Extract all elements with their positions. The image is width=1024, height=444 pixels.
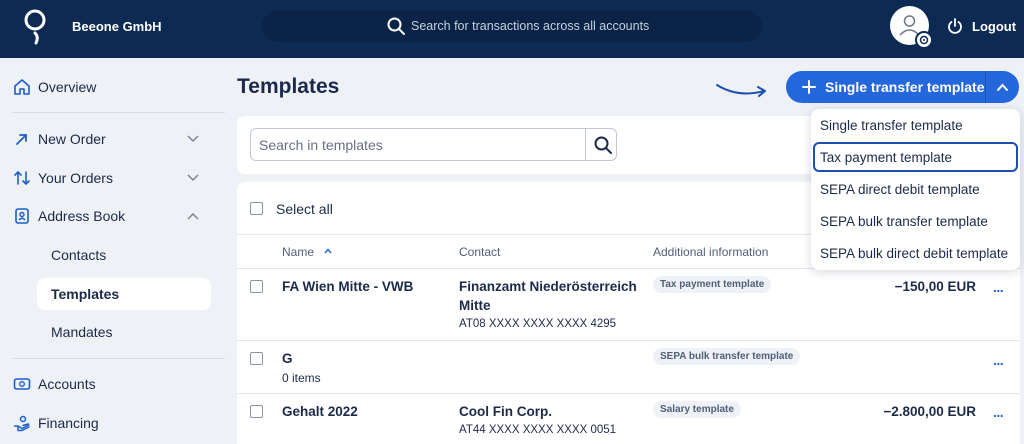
settings-badge-icon <box>915 31 933 49</box>
sidebar-item-label: Accounts <box>38 376 96 392</box>
sidebar-item-label: Overview <box>38 79 97 95</box>
sidebar-item-accounts[interactable]: Accounts <box>0 366 225 402</box>
brand-logo-icon[interactable] <box>22 7 48 45</box>
sidebar-item-financing[interactable]: Financing <box>0 405 225 441</box>
column-header-contact[interactable]: Contact <box>459 245 500 259</box>
arrow-hint-icon <box>716 84 766 97</box>
company-name: Beeone GmbH <box>72 19 162 34</box>
template-search-field <box>250 128 617 161</box>
select-all-label: Select all <box>276 201 333 217</box>
template-name[interactable]: FA Wien Mitte - VWB <box>282 279 413 294</box>
sidebar-subitem-mandates[interactable]: Mandates <box>37 316 211 348</box>
template-amount: −150,00 EUR <box>894 279 976 294</box>
arrow-up-right-icon <box>16 134 27 145</box>
global-search-input[interactable]: Search for transactions across all accou… <box>262 10 762 42</box>
template-search-button[interactable] <box>585 129 617 160</box>
sidebar-item-overview[interactable]: Overview <box>0 69 225 105</box>
chevron-down-icon[interactable] <box>186 173 200 183</box>
sort-ascending-icon[interactable] <box>324 248 332 254</box>
contact-name: Finanzamt Niederösterreich Mitte <box>459 279 637 313</box>
table-divider <box>237 340 1020 341</box>
sidebar-item-your-orders[interactable]: Your Orders <box>0 160 225 196</box>
table-divider <box>237 393 1020 394</box>
chevron-up-icon <box>997 83 1008 91</box>
address-book-icon <box>15 208 29 224</box>
logout-button[interactable]: Logout <box>947 16 1016 36</box>
sidebar-subitem-label: Templates <box>51 286 120 302</box>
template-amount: −2.800,00 EUR <box>883 404 976 419</box>
contact-iban: AT44 XXXX XXXX XXXX 0051 <box>459 424 617 436</box>
new-template-split-button: Single transfer template <box>786 71 1019 103</box>
menu-item-sepa-direct-debit-template[interactable]: SEPA direct debit template <box>813 174 1018 204</box>
template-type-badge: Tax payment template <box>653 276 772 293</box>
sidebar-divider <box>12 358 225 359</box>
contact-name: Cool Fin Corp. <box>459 404 552 419</box>
sidebar-subitem-label: Contacts <box>51 247 107 263</box>
chevron-up-icon[interactable] <box>186 211 200 221</box>
menu-item-sepa-bulk-transfer-template[interactable]: SEPA bulk transfer template <box>813 206 1018 236</box>
sidebar-subitem-label: Mandates <box>51 324 113 340</box>
single-transfer-template-button[interactable]: Single transfer template <box>786 71 985 103</box>
search-icon <box>594 136 612 154</box>
sidebar-subitem-templates[interactable]: Templates <box>37 278 211 310</box>
template-name[interactable]: G <box>282 351 293 366</box>
page-title: Templates <box>237 75 340 98</box>
menu-item-sepa-bulk-direct-debit-template[interactable]: SEPA bulk direct debit template <box>813 238 1018 268</box>
single-transfer-template-label: Single transfer template <box>825 79 985 95</box>
template-name[interactable]: Gehalt 2022 <box>282 404 358 419</box>
row-checkbox[interactable] <box>250 405 263 418</box>
logout-label: Logout <box>972 18 1017 34</box>
template-search-input[interactable] <box>251 129 585 160</box>
row-checkbox[interactable] <box>250 280 263 293</box>
sidebar-divider <box>12 112 225 113</box>
financing-icon <box>13 415 30 432</box>
home-icon <box>14 79 30 95</box>
row-more-actions-button[interactable]: ... <box>993 352 1004 368</box>
template-type-dropdown-toggle[interactable] <box>986 71 1019 103</box>
sidebar-item-label: Your Orders <box>38 170 113 186</box>
select-all-checkbox[interactable] <box>250 202 263 215</box>
sidebar-item-label: New Order <box>38 131 106 147</box>
template-type-badge: SEPA bulk transfer template <box>653 348 801 365</box>
row-more-actions-button[interactable]: ... <box>993 279 1004 295</box>
sidebar: Overview New Order Your Orders Address B… <box>0 58 225 444</box>
template-item-count: 0 items <box>282 371 321 385</box>
sidebar-item-label: Address Book <box>38 208 126 224</box>
power-icon <box>948 18 962 34</box>
column-header-additional-information[interactable]: Additional information <box>653 245 768 259</box>
search-icon <box>387 17 405 35</box>
plus-icon <box>802 80 816 94</box>
sidebar-item-address-book[interactable]: Address Book <box>0 198 225 234</box>
menu-item-tax-payment-template[interactable]: Tax payment template <box>813 142 1018 172</box>
column-header-name[interactable]: Name <box>282 245 314 259</box>
row-checkbox[interactable] <box>250 352 263 365</box>
sidebar-subitem-contacts[interactable]: Contacts <box>37 239 211 271</box>
top-header: Beeone GmbH Search for transactions acro… <box>0 0 1024 58</box>
money-icon <box>13 378 31 390</box>
row-more-actions-button[interactable]: ... <box>993 404 1004 420</box>
chevron-down-icon[interactable] <box>186 134 200 144</box>
template-type-badge: Salary template <box>653 401 741 418</box>
sidebar-item-new-order[interactable]: New Order <box>0 121 225 157</box>
contact-iban: AT08 XXXX XXXX XXXX 4295 <box>459 318 617 330</box>
global-search-placeholder: Search for transactions across all accou… <box>411 19 650 33</box>
sidebar-item-label: Financing <box>38 415 99 431</box>
template-type-dropdown-menu: Single transfer template Tax payment tem… <box>811 109 1020 270</box>
menu-item-single-transfer-template[interactable]: Single transfer template <box>813 110 1018 140</box>
swap-vertical-icon <box>14 170 30 186</box>
user-avatar[interactable] <box>890 6 933 49</box>
